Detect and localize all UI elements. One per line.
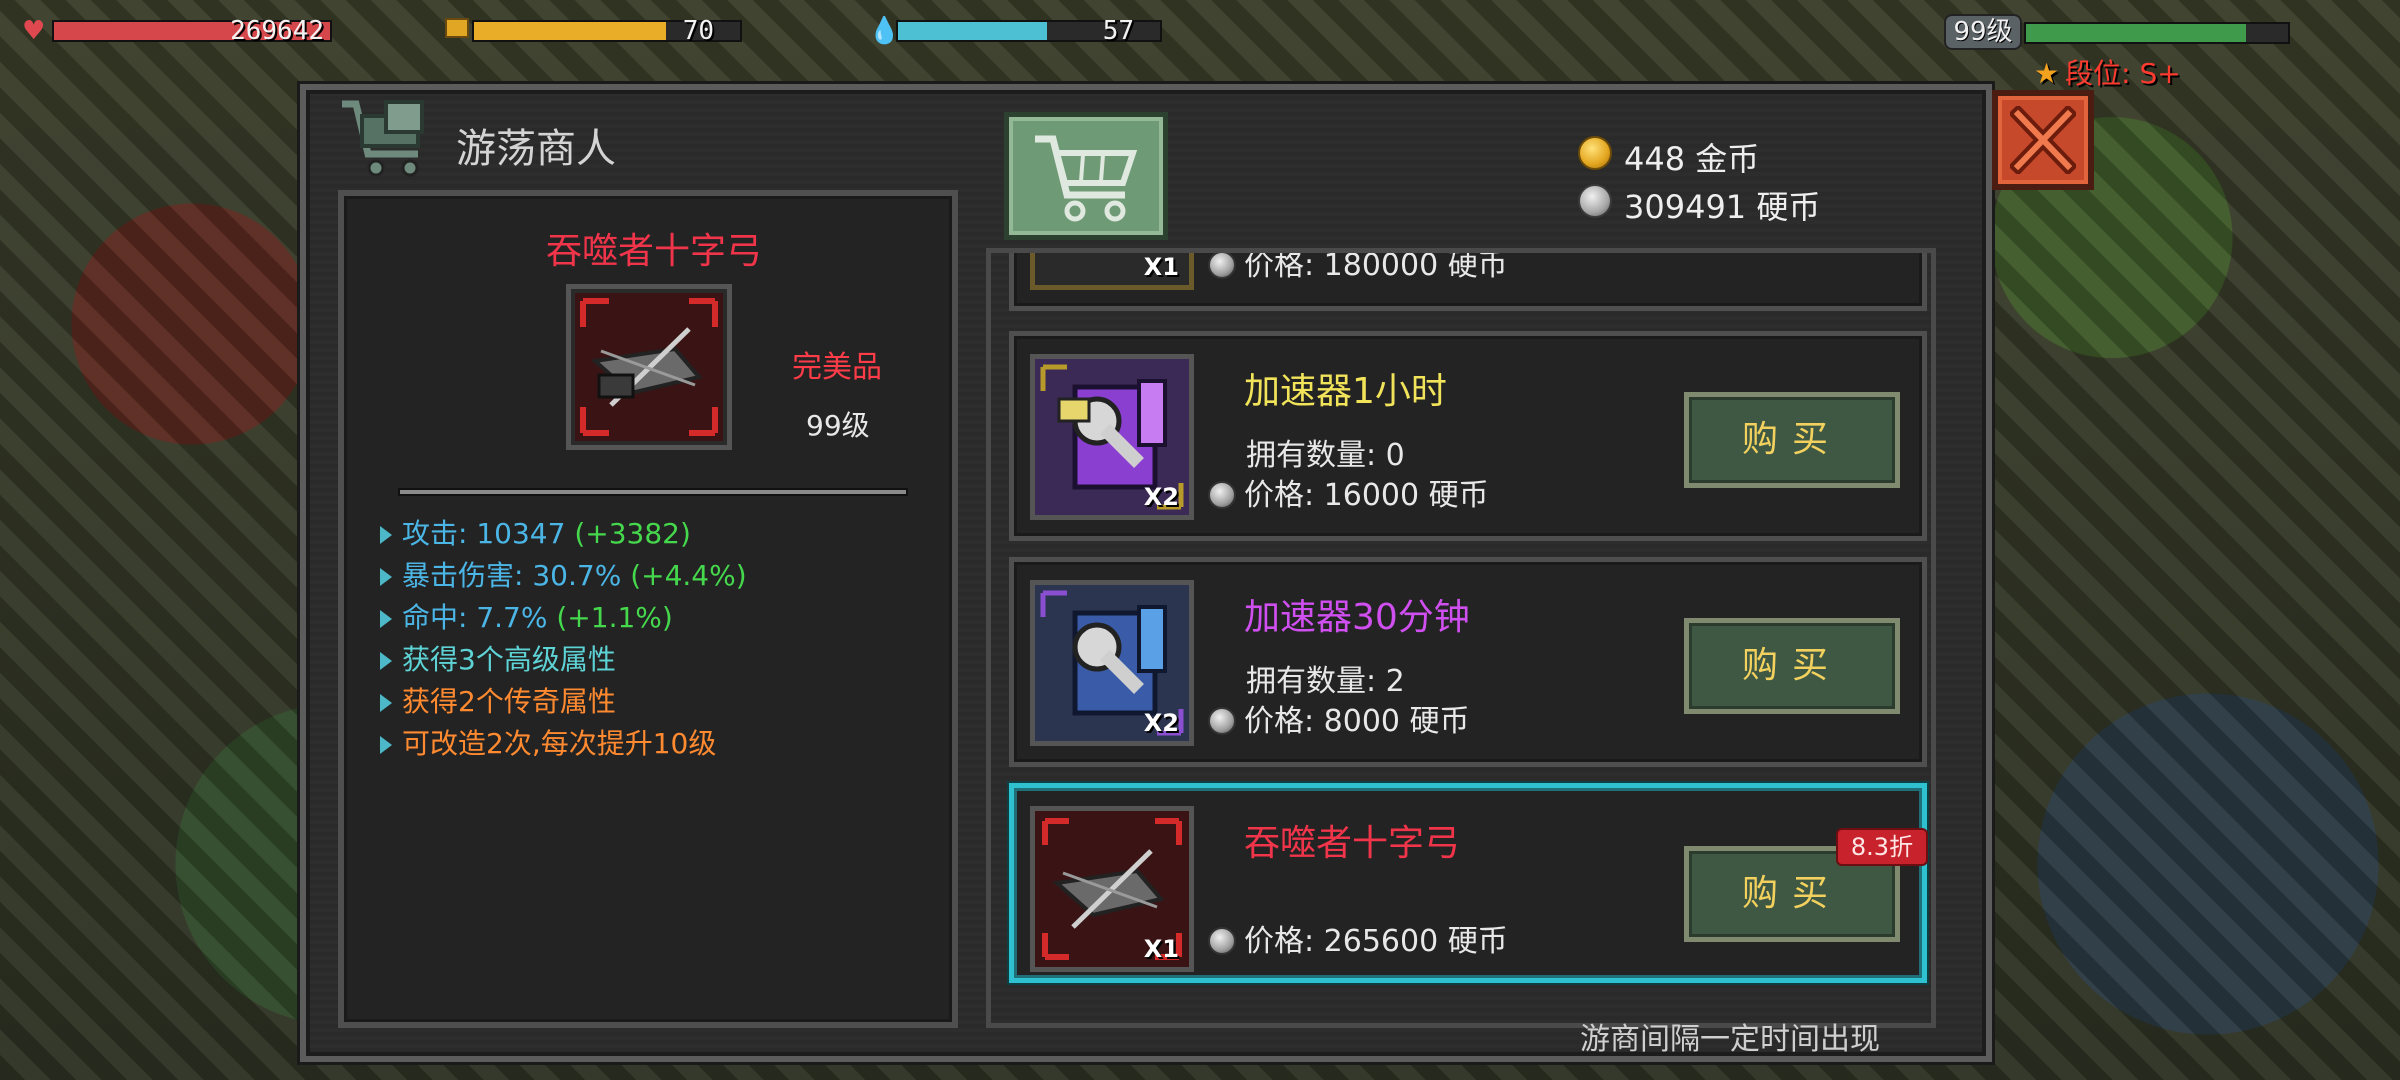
water-value: 57 bbox=[1102, 16, 1134, 46]
item-quantity: X1 bbox=[1143, 253, 1179, 281]
divider bbox=[398, 488, 908, 496]
stat-label: 暴击伤害: bbox=[402, 559, 533, 592]
item-price: 价格: 180000 硬币 bbox=[1208, 248, 1508, 284]
silver-coin-icon bbox=[1208, 707, 1236, 735]
stat-value: 10347 bbox=[476, 517, 566, 550]
coin-balance: 309491 硬币 bbox=[1624, 188, 1821, 226]
crossbow-icon bbox=[566, 284, 732, 450]
tab-shop-cart[interactable] bbox=[1004, 112, 1168, 240]
stat-label: 攻击: bbox=[402, 517, 477, 550]
bullet-icon bbox=[380, 652, 392, 670]
xp-bar bbox=[2024, 22, 2290, 44]
heart-icon: ♥ bbox=[22, 16, 46, 46]
stat-crit-damage: 暴击伤害: 30.7% (+4.4%) bbox=[380, 554, 747, 594]
item-quantity: X2 bbox=[1143, 483, 1179, 511]
item-name: 吞噬者十字弓 bbox=[1244, 823, 1461, 864]
stat-label: 命中: bbox=[402, 601, 477, 634]
bullet-icon bbox=[380, 526, 392, 544]
shop-item-list[interactable]: X1 价格: 180000 硬币 X2 加速器1小时 拥有数量: 0 价格: 1… bbox=[986, 248, 1936, 1028]
hp-value: 269642 bbox=[230, 16, 324, 46]
gold-coin-icon bbox=[1578, 136, 1612, 170]
food-bar-fill bbox=[474, 22, 666, 40]
accelerator-icon: X2 bbox=[1030, 354, 1194, 520]
bullet-icon bbox=[380, 610, 392, 628]
gold-balance: 448 金币 bbox=[1624, 140, 1760, 178]
list-item[interactable]: X2 加速器30分钟 拥有数量: 2 价格: 8000 硬币 购买 bbox=[1009, 557, 1927, 767]
bullet-icon bbox=[380, 736, 392, 754]
item-quantity: X1 bbox=[1143, 935, 1179, 963]
item-name: 加速器30分钟 bbox=[1244, 597, 1470, 638]
food-bar: 70 bbox=[472, 16, 742, 46]
perk-advanced-attributes: 获得3个高级属性 bbox=[380, 638, 616, 678]
water-bar: 57 bbox=[896, 16, 1162, 46]
merchant-note: 游商间隔一定时间出现 bbox=[1580, 1022, 1880, 1057]
shop-title: 游荡商人 bbox=[456, 126, 616, 172]
item-price: 价格: 16000 硬币 bbox=[1208, 470, 1489, 514]
accelerator-icon: X2 bbox=[1030, 580, 1194, 746]
list-item[interactable]: X2 加速器1小时 拥有数量: 0 价格: 16000 硬币 购买 bbox=[1009, 331, 1927, 541]
silver-coin-icon bbox=[1578, 184, 1612, 218]
item-detail-pane: 吞噬者十字弓 完美品 99级 攻击: 10347 (+3382) 暴击伤害: 3… bbox=[338, 190, 958, 1028]
item-price-text: 价格: 8000 硬币 bbox=[1244, 704, 1470, 739]
item-price: 价格: 8000 硬币 bbox=[1208, 696, 1470, 740]
item-price-text: 价格: 180000 硬币 bbox=[1244, 248, 1508, 283]
item-name: 加速器1小时 bbox=[1244, 371, 1447, 412]
close-icon bbox=[2010, 106, 2076, 174]
star-icon: ★ bbox=[2034, 57, 2060, 90]
silver-coin-icon bbox=[1208, 253, 1236, 279]
item-owned-count: 拥有数量: 2 bbox=[1246, 664, 1405, 699]
item-level: 99级 bbox=[806, 409, 870, 442]
item-quality: 完美品 bbox=[792, 350, 882, 385]
stat-bonus: (+4.4%) bbox=[621, 559, 747, 592]
xp-bar-fill bbox=[2026, 24, 2247, 42]
item-price-text: 价格: 265600 硬币 bbox=[1244, 924, 1508, 959]
item-price: 价格: 265600 硬币 bbox=[1208, 916, 1508, 960]
stat-bonus: (+1.1%) bbox=[547, 601, 673, 634]
rank-text: 段位: S+ bbox=[2065, 57, 2181, 90]
perk-text: 可改造2次,每次提升10级 bbox=[402, 727, 717, 760]
item-owned-count: 拥有数量: 0 bbox=[1246, 438, 1405, 473]
stat-value: 30.7% bbox=[532, 559, 622, 592]
perk-legendary-attributes: 获得2个传奇属性 bbox=[380, 680, 616, 720]
crossbow-icon: X1 bbox=[1030, 806, 1194, 972]
list-item[interactable]: X1 价格: 180000 硬币 bbox=[1009, 248, 1927, 311]
item-quantity: X2 bbox=[1143, 709, 1179, 737]
stat-accuracy: 命中: 7.7% (+1.1%) bbox=[380, 596, 673, 636]
bullet-icon bbox=[380, 694, 392, 712]
stat-attack: 攻击: 10347 (+3382) bbox=[380, 512, 691, 552]
player-level-badge: 99级 bbox=[1944, 14, 2022, 50]
close-button[interactable] bbox=[1992, 90, 2094, 190]
silver-coin-icon bbox=[1208, 481, 1236, 509]
detail-item-name: 吞噬者十字弓 bbox=[545, 231, 762, 272]
bullet-icon bbox=[380, 568, 392, 586]
cart-icon bbox=[1035, 135, 1138, 222]
rank-label: ★ 段位: S+ bbox=[2034, 52, 2181, 92]
stat-bonus: (+3382) bbox=[565, 517, 691, 550]
item-price-text: 价格: 16000 硬币 bbox=[1244, 478, 1489, 513]
food-value: 70 bbox=[682, 16, 714, 46]
shopping-cart-icon bbox=[342, 100, 424, 177]
discount-badge: 8.3折 bbox=[1836, 828, 1928, 866]
list-item-selected[interactable]: X1 吞噬者十字弓 价格: 265600 硬币 购买 8.3折 bbox=[1009, 783, 1928, 983]
perk-upgrade-info: 可改造2次,每次提升10级 bbox=[380, 722, 716, 762]
perk-text: 获得3个高级属性 bbox=[402, 643, 616, 676]
food-icon bbox=[445, 18, 469, 38]
buy-button[interactable]: 购买 bbox=[1684, 392, 1900, 488]
water-bar-fill bbox=[898, 22, 1048, 40]
item-icon: X1 bbox=[1030, 253, 1194, 290]
perk-text: 获得2个传奇属性 bbox=[402, 685, 616, 718]
stat-value: 7.7% bbox=[476, 601, 548, 634]
buy-button[interactable]: 购买 bbox=[1684, 618, 1900, 714]
silver-coin-icon bbox=[1208, 927, 1236, 955]
hp-bar: 269642 bbox=[52, 16, 332, 46]
